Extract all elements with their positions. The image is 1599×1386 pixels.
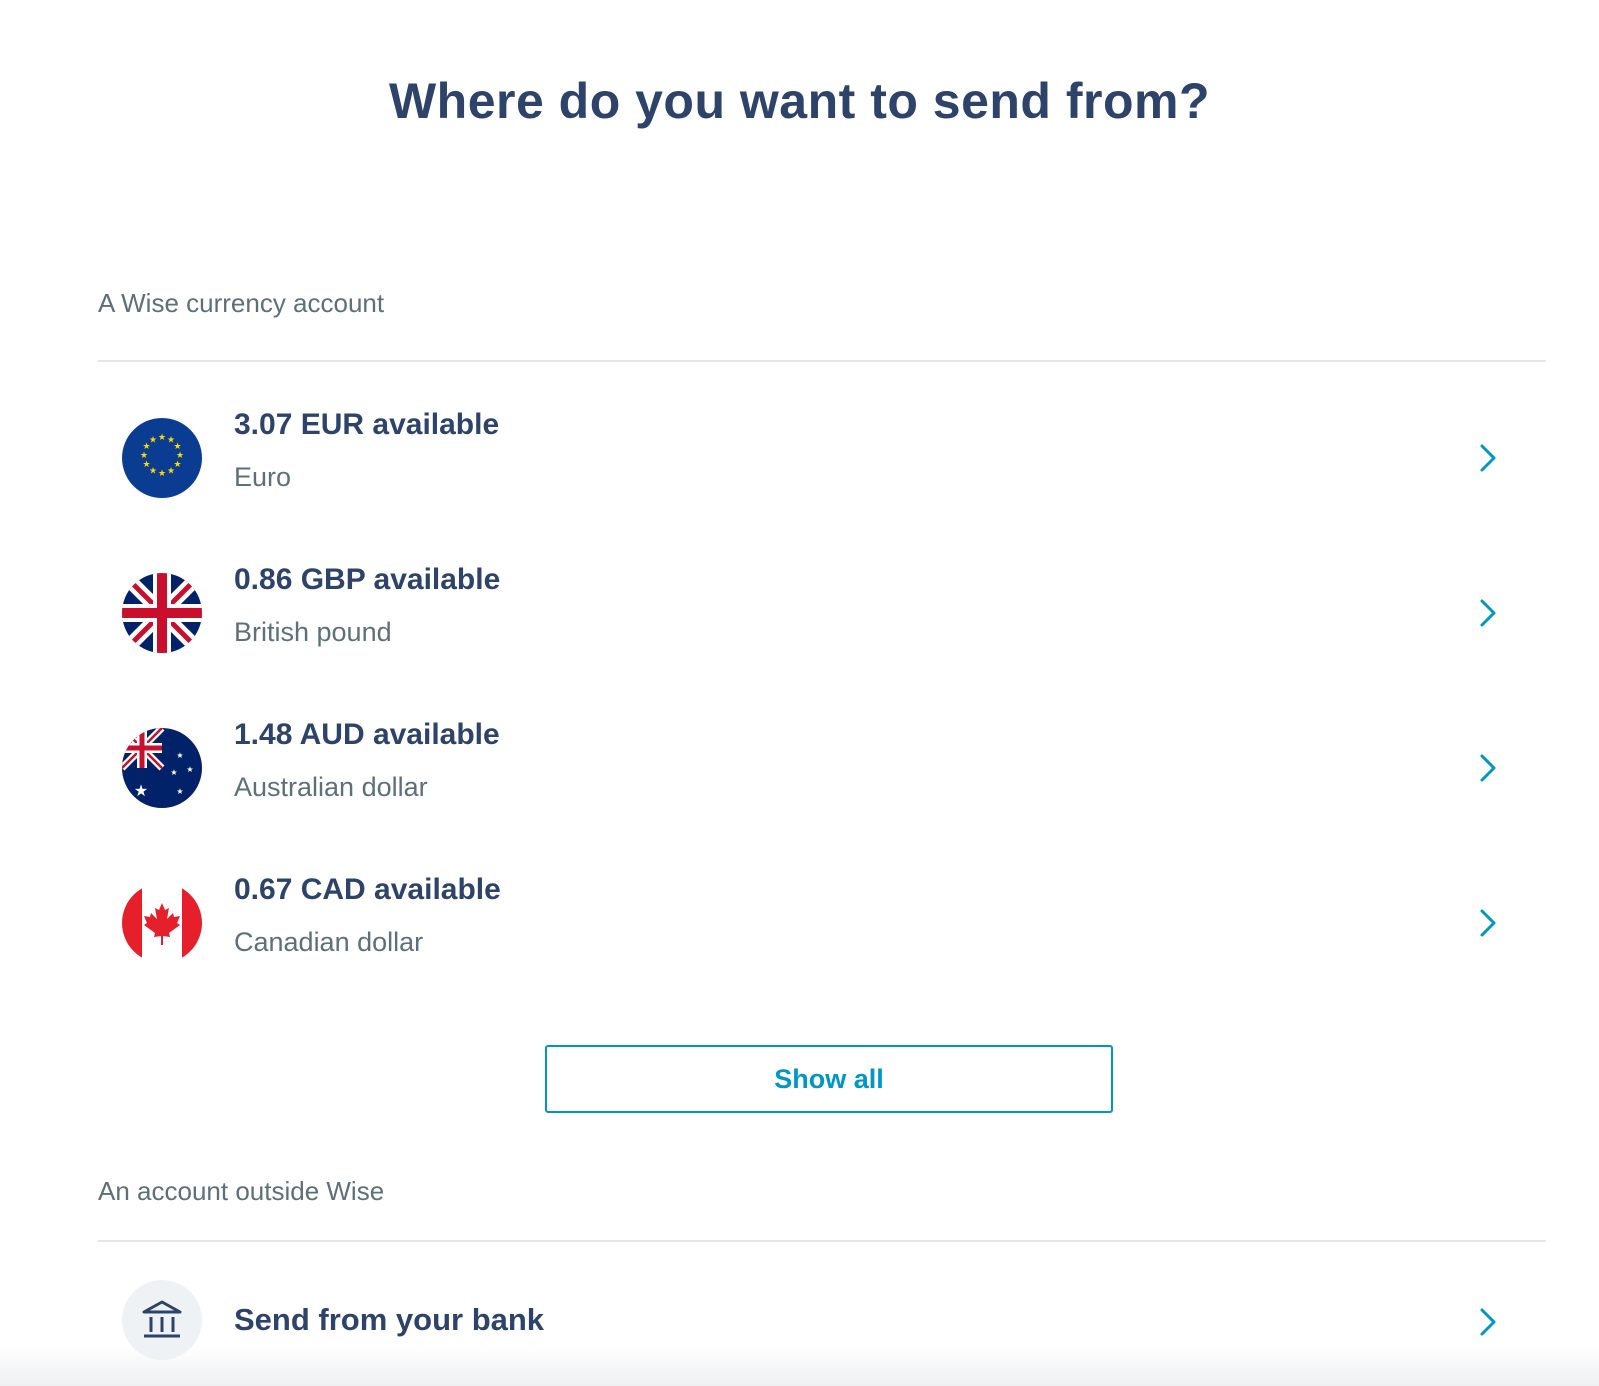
chevron-right-icon bbox=[1480, 754, 1496, 782]
account-row-gbp[interactable]: 0.86 GBP available British pound bbox=[98, 553, 1546, 683]
send-from-bank-label: Send from your bank bbox=[234, 1302, 545, 1337]
svg-text:★: ★ bbox=[149, 436, 157, 446]
chevron-right-icon bbox=[1480, 909, 1496, 937]
wise-account-section-label: A Wise currency account bbox=[98, 288, 385, 318]
account-amount: 1.48 AUD available bbox=[234, 718, 500, 751]
svg-text:★: ★ bbox=[176, 787, 183, 796]
section-divider bbox=[98, 1240, 1546, 1242]
send-from-bank-row[interactable]: Send from your bank bbox=[98, 1280, 1546, 1380]
svg-text:★: ★ bbox=[170, 768, 177, 777]
page-title: Where do you want to send from? bbox=[388, 73, 1211, 129]
chevron-right-icon bbox=[1480, 1308, 1496, 1336]
account-amount: 0.67 CAD available bbox=[234, 873, 501, 906]
ca-flag-icon bbox=[122, 883, 202, 963]
account-currency-name: British pound bbox=[234, 617, 392, 647]
svg-text:★: ★ bbox=[176, 751, 183, 760]
account-currency-name: Euro bbox=[234, 462, 292, 492]
account-currency-name: Canadian dollar bbox=[234, 927, 424, 957]
svg-text:★: ★ bbox=[167, 467, 175, 477]
outside-account-section-label: An account outside Wise bbox=[98, 1176, 385, 1206]
show-all-button[interactable]: Show all bbox=[545, 1045, 1113, 1113]
account-amount: 0.86 GBP available bbox=[234, 563, 501, 596]
account-row-aud[interactable]: ★ ★ ★ ★ ★ 1.48 AUD available Australian … bbox=[98, 708, 1546, 838]
send-from-page: Where do you want to send from? A Wise c… bbox=[0, 0, 1599, 1386]
svg-text:★: ★ bbox=[134, 781, 148, 800]
eu-flag-icon: ★ ★ ★ ★ ★ ★ ★ ★ ★ ★ ★ ★ bbox=[122, 418, 202, 498]
account-amount: 3.07 EUR available bbox=[234, 408, 500, 441]
chevron-right-icon bbox=[1480, 444, 1496, 472]
svg-text:★: ★ bbox=[158, 433, 166, 443]
svg-text:★: ★ bbox=[158, 469, 166, 479]
uk-flag-icon bbox=[122, 573, 202, 653]
bank-icon bbox=[122, 1280, 202, 1360]
account-row-cad[interactable]: 0.67 CAD available Canadian dollar bbox=[98, 863, 1546, 993]
account-currency-name: Australian dollar bbox=[234, 772, 428, 802]
svg-text:★: ★ bbox=[186, 765, 193, 774]
section-divider bbox=[98, 360, 1546, 362]
account-row-eur[interactable]: ★ ★ ★ ★ ★ ★ ★ ★ ★ ★ ★ ★ 3.07 EUR availab… bbox=[98, 398, 1546, 528]
svg-text:★: ★ bbox=[140, 451, 148, 461]
au-flag-icon: ★ ★ ★ ★ ★ bbox=[122, 728, 202, 808]
svg-text:★: ★ bbox=[142, 460, 150, 470]
chevron-right-icon bbox=[1480, 599, 1496, 627]
